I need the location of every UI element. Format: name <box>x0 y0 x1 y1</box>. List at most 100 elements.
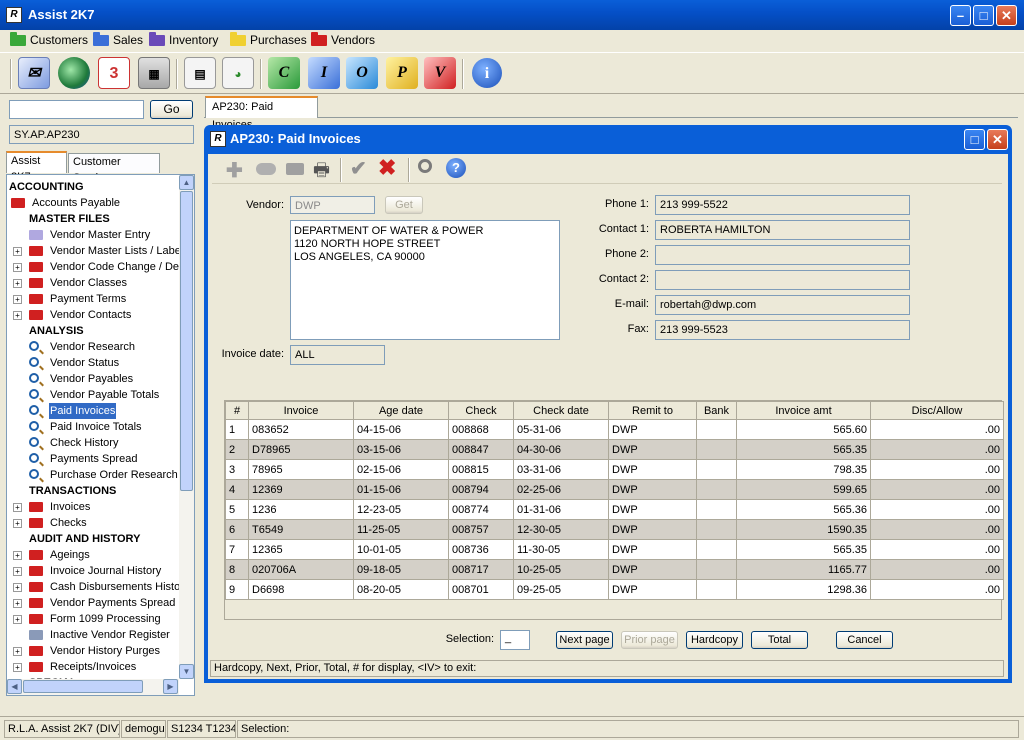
globe-icon[interactable] <box>58 57 90 89</box>
vendor-field[interactable]: DWP <box>290 196 375 214</box>
expand-icon[interactable]: + <box>13 583 22 592</box>
add-icon[interactable]: ✚ <box>226 158 243 183</box>
tree-item[interactable]: + Ageings <box>7 547 177 563</box>
tree-item[interactable]: + Form 1099 Processing <box>7 611 177 627</box>
column-header[interactable]: # <box>225 401 249 420</box>
tree-item[interactable]: Accounts Payable <box>7 195 177 211</box>
table-row[interactable]: 1 083652 04-15-06 008868 05-31-06 DWP 565.60.0… <box>225 419 1004 440</box>
tree-item[interactable]: + Vendor Code Change / Dele <box>7 259 188 275</box>
accept-check-icon[interactable]: ✔ <box>350 156 367 181</box>
tree-item[interactable]: Vendor Master Entry <box>7 227 177 243</box>
scroll-right-icon[interactable]: ▶ <box>163 679 178 694</box>
expand-icon[interactable]: + <box>13 599 22 608</box>
tree-item[interactable]: Payments Spread <box>7 451 177 467</box>
table-row[interactable]: 6 T6549 11-25-05 008757 12-30-05 DWP 1590.35.0… <box>225 519 1004 540</box>
expand-icon[interactable]: + <box>13 503 22 512</box>
chart-report-icon[interactable]: ◕ <box>222 57 254 89</box>
tree-item[interactable]: Paid Invoice Totals <box>7 419 177 435</box>
search-icon[interactable] <box>418 159 432 173</box>
email-icon[interactable]: ✉ <box>18 57 50 89</box>
calculator-icon[interactable]: ▦ <box>138 57 170 89</box>
go-button[interactable]: Go <box>150 100 193 119</box>
table-row[interactable]: 9 D6698 08-20-05 008701 09-25-05 DWP 1298.36.0… <box>225 579 1004 600</box>
column-header[interactable]: Disc/Allow <box>870 401 1004 420</box>
orders-o-icon[interactable]: O <box>346 57 378 89</box>
tree-item[interactable]: Inactive Vendor Register <box>7 627 177 643</box>
expand-icon[interactable]: + <box>13 551 22 560</box>
invoice-date-field[interactable]: ALL <box>290 345 385 365</box>
tree-item[interactable]: + Checks <box>7 515 177 531</box>
cancel-x-icon[interactable]: ✖ <box>378 155 396 181</box>
scroll-down-icon[interactable]: ▼ <box>179 664 194 679</box>
customers-c-icon[interactable]: C <box>268 57 300 89</box>
expand-icon[interactable]: + <box>13 615 22 624</box>
maximize-button[interactable]: □ <box>973 5 994 26</box>
maximize-button[interactable]: □ <box>964 129 985 150</box>
tree-item[interactable]: + Payment Terms <box>7 291 177 307</box>
column-header[interactable]: Check date <box>513 401 609 420</box>
menu-sales[interactable]: Sales <box>93 32 143 48</box>
scroll-thumb[interactable] <box>23 680 143 693</box>
close-button[interactable]: ✕ <box>996 5 1017 26</box>
column-header[interactable]: Invoice amt <box>736 401 871 420</box>
print-icon[interactable]: 🖶 <box>313 158 330 188</box>
scroll-up-icon[interactable]: ▲ <box>179 175 194 190</box>
minimize-button[interactable]: – <box>950 5 971 26</box>
table-row[interactable]: 7 12365 10-01-05 008736 11-30-05 DWP 565.35.00 <box>225 539 1004 560</box>
tree-item[interactable]: + Invoice Journal History <box>7 563 177 579</box>
tree-item[interactable]: Check History <box>7 435 177 451</box>
tree-item[interactable]: Vendor Research <box>7 339 177 355</box>
table-row[interactable]: 3 78965 02-15-06 008815 03-31-06 DWP 798.35.00 <box>225 459 1004 480</box>
table-row[interactable]: 5 1236 12-23-05 008774 01-31-06 DWP 565.36.00 <box>225 499 1004 520</box>
expand-icon[interactable]: + <box>13 647 22 656</box>
tree-vertical-scrollbar[interactable]: ▲ ▼ <box>179 175 194 679</box>
expand-icon[interactable]: + <box>13 247 22 256</box>
tree-item[interactable]: + Vendor Classes <box>7 275 177 291</box>
expand-icon[interactable]: + <box>13 567 22 576</box>
expand-icon[interactable]: + <box>13 311 22 320</box>
selection-input[interactable]: _ <box>500 630 530 650</box>
hardcopy-button[interactable]: Hardcopy <box>686 631 743 649</box>
expand-icon[interactable]: + <box>13 279 22 288</box>
prior-page-button[interactable]: Prior page <box>621 631 678 649</box>
menu-vendors[interactable]: Vendors <box>311 32 375 48</box>
report-icon[interactable]: ▤ <box>184 57 216 89</box>
expand-icon[interactable]: + <box>13 519 22 528</box>
tree-item[interactable]: + Vendor Contacts <box>7 307 177 323</box>
tree-item[interactable]: + Vendor Payments Spread R <box>7 595 186 611</box>
column-header[interactable]: Invoice <box>248 401 354 420</box>
expand-icon[interactable]: + <box>13 295 22 304</box>
cancel-button[interactable]: Cancel <box>836 631 893 649</box>
vendors-v-icon[interactable]: V <box>424 57 456 89</box>
menu-purchases[interactable]: Purchases <box>230 32 307 48</box>
search-input[interactable] <box>9 100 144 119</box>
column-header[interactable]: Age date <box>353 401 449 420</box>
column-header[interactable]: Remit to <box>608 401 697 420</box>
expand-icon[interactable]: + <box>13 263 22 272</box>
next-page-button[interactable]: Next page <box>556 631 613 649</box>
purchases-p-icon[interactable]: P <box>386 57 418 89</box>
menu-customers[interactable]: Customers <box>10 32 88 48</box>
column-header[interactable]: Bank <box>696 401 737 420</box>
info-icon[interactable]: i <box>472 58 502 88</box>
table-row[interactable]: 8 020706A 09-18-05 008717 10-25-05 DWP 1165.77… <box>225 559 1004 580</box>
scroll-left-icon[interactable]: ◀ <box>7 679 22 694</box>
tree-item[interactable]: Vendor Payables <box>7 371 177 387</box>
menu-inventory[interactable]: Inventory <box>149 32 218 48</box>
inventory-i-icon[interactable]: I <box>308 57 340 89</box>
total-button[interactable]: Total <box>751 631 808 649</box>
close-button[interactable]: ✕ <box>987 129 1008 150</box>
tab-customer-service[interactable]: Customer Service <box>68 153 160 184</box>
clear-icon[interactable] <box>286 163 304 175</box>
help-icon[interactable]: ? <box>446 158 466 178</box>
get-button[interactable]: Get <box>385 196 423 214</box>
tree-item[interactable]: Purchase Order Research <box>7 467 178 483</box>
tree-horizontal-scrollbar[interactable]: ◀ ▶ <box>7 679 179 695</box>
tree-item[interactable]: + Cash Disbursements Histor <box>7 579 184 595</box>
table-row[interactable]: 4 12369 01-15-06 008794 02-25-06 DWP 599.65.00 <box>225 479 1004 500</box>
scroll-thumb[interactable] <box>180 191 193 491</box>
tab-ap230-paid-invoices[interactable]: AP230: Paid Invoices <box>205 96 318 131</box>
comment-icon[interactable] <box>256 163 276 175</box>
calendar-icon[interactable]: 3 <box>98 57 130 89</box>
column-header[interactable]: Check <box>448 401 514 420</box>
